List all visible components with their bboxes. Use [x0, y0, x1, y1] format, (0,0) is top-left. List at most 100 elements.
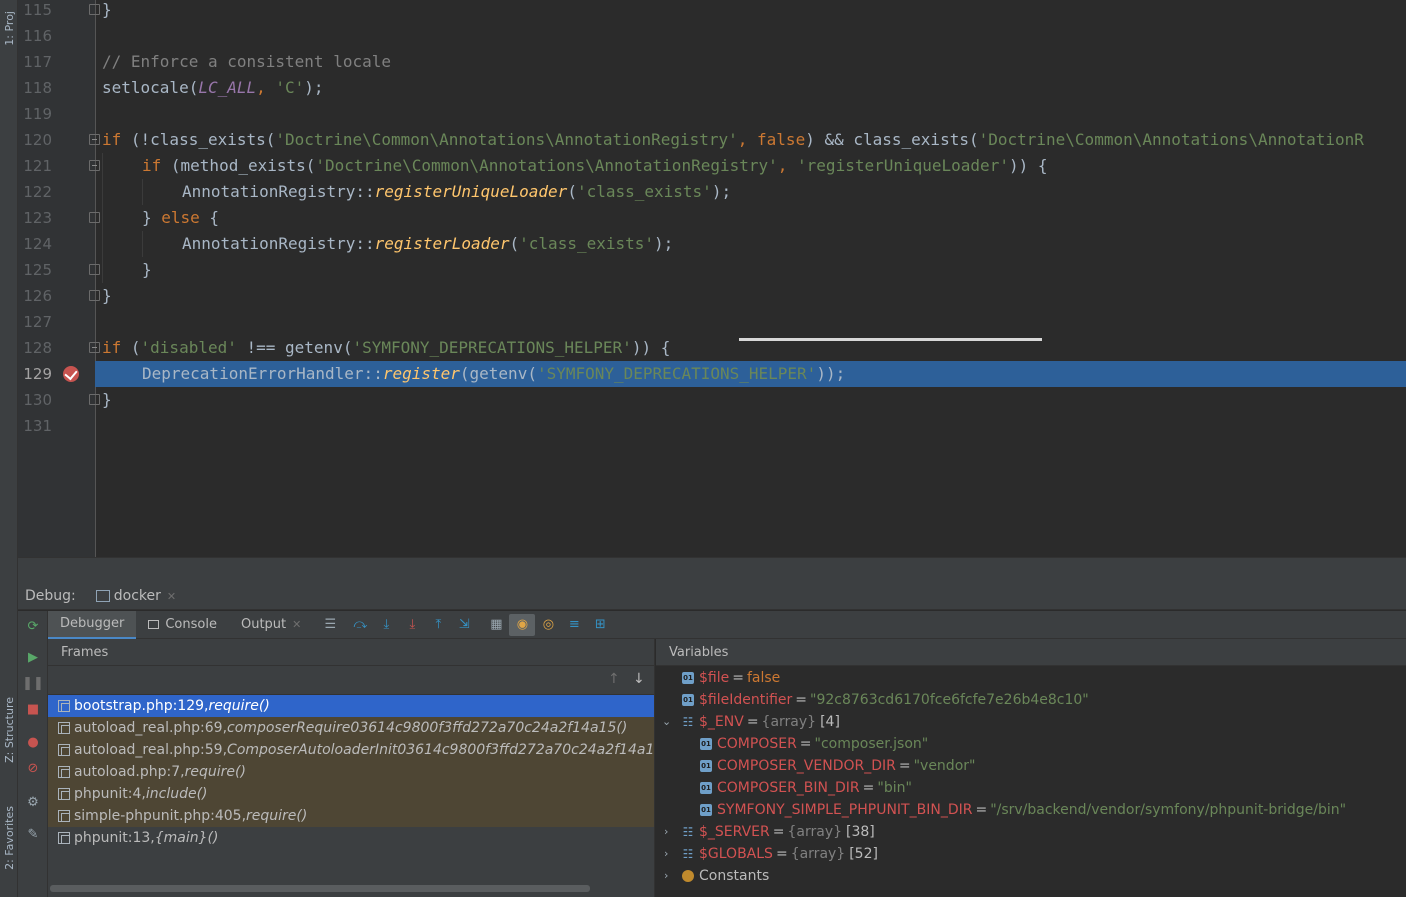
editor-gutter[interactable]: 115 116 117 118 119 120 121 122 123 124 … [18, 0, 100, 557]
pause-icon[interactable]: ❚❚ [22, 674, 44, 692]
code-area[interactable]: } // Enforce a consistent locale setloca… [95, 0, 1406, 557]
show-execution-point-icon[interactable]: ☰ [317, 614, 343, 636]
view-breakpoints-icon[interactable]: ● [24, 733, 42, 751]
close-icon[interactable]: ✕ [292, 611, 301, 639]
fold-marker-icon[interactable] [89, 134, 100, 145]
variable-row[interactable]: 01 $fileIdentifier = "92c8763cd6170fce6fcf… [682, 689, 1089, 711]
variable-row[interactable]: 01 $file = false [682, 667, 780, 689]
step-into-icon[interactable]: ⤓ [373, 614, 399, 636]
line-number: 125 [23, 261, 52, 279]
mute-breakpoints-icon[interactable]: ⊘ [24, 759, 42, 777]
stop-icon[interactable]: ■ [24, 700, 42, 718]
frame-icon [58, 744, 70, 756]
code-line: } else { [102, 205, 1406, 231]
frame-method: composerRequire03614c9800f3ffd272a70c24a… [227, 720, 628, 736]
field-icon: 01 [700, 782, 712, 794]
frame-up-icon[interactable]: ↑ [608, 671, 620, 687]
frame-row[interactable]: phpunit:4, include() [48, 783, 654, 805]
frame-icon [58, 832, 70, 844]
pin-icon[interactable]: ✎ [24, 825, 42, 843]
evaluate-expression-icon[interactable]: ▦ [483, 614, 509, 636]
restore-layout-icon[interactable]: ⊞ [587, 614, 613, 636]
variable-type: {array} [761, 714, 817, 730]
chevron-down-icon[interactable]: ⌄ [662, 711, 671, 733]
variable-row[interactable]: 01 COMPOSER = "composer.json" [700, 733, 928, 755]
variable-value: "vendor" [913, 758, 976, 774]
equals-sign: = [775, 846, 788, 862]
execution-point-line: DeprecationErrorHandler::register(getenv… [95, 361, 1406, 387]
panel-separator[interactable] [18, 557, 1406, 583]
frame-icon [58, 766, 70, 778]
watches-icon[interactable]: ◎ [535, 614, 561, 636]
tab-debugger-label: Debugger [60, 615, 125, 631]
chevron-right-icon[interactable]: › [664, 843, 668, 865]
frame-row[interactable]: autoload_real.php:59, ComposerAutoloader… [48, 739, 654, 761]
force-step-into-icon[interactable]: ⤓ [399, 614, 425, 636]
rerun-icon[interactable]: ⟳ [24, 617, 42, 635]
fold-marker-icon[interactable] [89, 4, 100, 15]
debug-session-tab[interactable]: docker ✕ [95, 588, 176, 604]
frame-icon [58, 810, 70, 822]
variable-row[interactable]: 01 COMPOSER_VENDOR_DIR = "vendor" [700, 755, 975, 777]
frame-row[interactable]: simple-phpunit.php:405, require() [48, 805, 654, 827]
frame-down-icon[interactable]: ↓ [633, 671, 645, 687]
constants-row[interactable]: › Constants [662, 865, 769, 887]
array-icon: ☷ [682, 715, 694, 729]
resume-icon[interactable]: ▶ [24, 648, 42, 666]
frames-panel: Frames ↑ ↓ bootstrap.php:129, require() … [48, 639, 655, 897]
variable-row[interactable]: 01 COMPOSER_BIN_DIR = "bin" [700, 777, 912, 799]
run-to-cursor-icon[interactable]: ⇲ [451, 614, 477, 636]
variable-type: {array} [790, 846, 846, 862]
frame-icon [58, 700, 70, 712]
chevron-right-icon[interactable]: › [664, 821, 668, 843]
line-number: 124 [23, 235, 52, 253]
structure-tool-tab[interactable]: Z: Structure [0, 685, 18, 775]
variable-name: $fileIdentifier [699, 692, 793, 708]
close-icon[interactable]: ✕ [167, 590, 176, 603]
variable-row-collapsed[interactable]: › ☷ $GLOBALS = {array} [52] [662, 843, 878, 865]
frame-row[interactable]: autoload.php:7, require() [48, 761, 654, 783]
variable-count: [52] [849, 846, 878, 862]
constants-toggle-icon[interactable]: ◉ [509, 613, 536, 636]
fold-marker-icon[interactable] [89, 342, 100, 353]
project-tool-tab[interactable]: 1: Proj [0, 0, 18, 56]
variable-row-collapsed[interactable]: › ☷ $_SERVER = {array} [38] [662, 821, 875, 843]
variables-panel: Variables 01 $file = false 01 $fileIdentif… [656, 639, 1406, 897]
step-out-icon[interactable]: ⤒ [425, 614, 451, 636]
ordered-list-icon[interactable]: ≡ [561, 614, 587, 636]
debug-side-toolbar: ⟳ ▶ ❚❚ ■ ● ⊘ ⚙ ✎ [18, 611, 48, 897]
code-editor[interactable]: 115 116 117 118 119 120 121 122 123 124 … [18, 0, 1406, 557]
frame-row[interactable]: bootstrap.php:129, require() [48, 695, 654, 717]
code-line: } [102, 257, 1406, 283]
variable-row[interactable]: 01 SYMFONY_SIMPLE_PHPUNIT_BIN_DIR = "/srv/… [700, 799, 1346, 821]
settings-icon[interactable]: ⚙ [24, 793, 42, 811]
variable-type: {array} [787, 824, 843, 840]
fold-marker-icon[interactable] [89, 290, 100, 301]
frame-icon [58, 722, 70, 734]
fold-marker-icon[interactable] [89, 264, 100, 275]
favorites-tool-tab[interactable]: 2: Favorites [0, 792, 18, 884]
frame-row[interactable]: phpunit:13, {main}() [48, 827, 654, 849]
breakpoint-icon[interactable] [63, 366, 79, 382]
variable-row-expanded[interactable]: ⌄ ☷ $_ENV = {array} [4] [662, 711, 840, 733]
tab-output-label: Output [240, 616, 287, 632]
tab-console[interactable]: Console [136, 611, 229, 639]
step-over-icon[interactable]: ⤼ [347, 614, 373, 636]
tab-output[interactable]: Output ✕ [229, 611, 313, 639]
code-line: AnnotationRegistry::registerLoader('clas… [102, 231, 1406, 257]
line-number: 130 [23, 391, 52, 409]
line-number: 122 [23, 183, 52, 201]
frame-row[interactable]: autoload_real.php:69, composerRequire036… [48, 717, 654, 739]
fold-marker-icon[interactable] [89, 212, 100, 223]
line-number: 123 [23, 209, 52, 227]
frame-method: require() [246, 808, 308, 824]
line-number: 127 [23, 313, 52, 331]
line-number: 116 [23, 27, 52, 45]
chevron-right-icon[interactable]: › [664, 865, 668, 887]
line-number-current: 129 [23, 365, 52, 383]
structure-tab-label: Z: Structure [2, 697, 16, 763]
fold-marker-icon[interactable] [89, 160, 100, 171]
tab-debugger[interactable]: Debugger [48, 610, 137, 639]
horizontal-scrollbar[interactable] [50, 885, 590, 892]
fold-marker-icon[interactable] [89, 394, 100, 405]
